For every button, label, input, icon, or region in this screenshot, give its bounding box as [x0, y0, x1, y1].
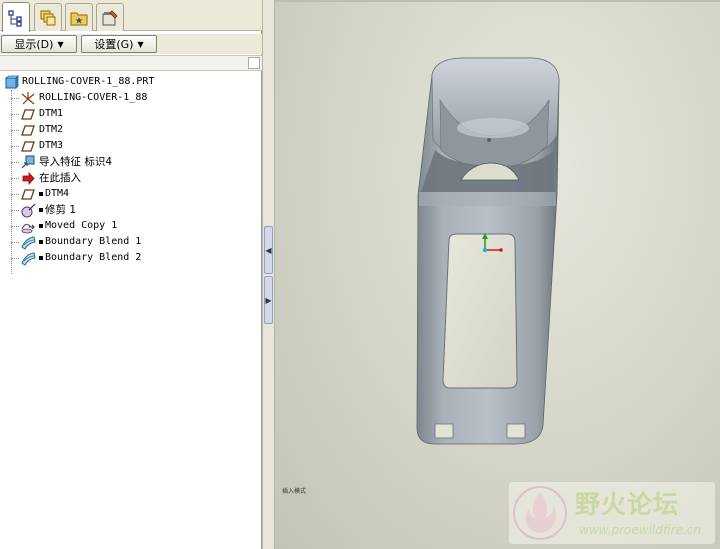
tree-item-label: DTM1 — [39, 108, 64, 119]
shoulder-band — [419, 192, 556, 206]
tree-item-csys[interactable]: ROLLING-COVER-1_88 — [20, 90, 147, 106]
navigator-panel: 显示 (D) ▼ 设置 (G) ▼ ROLLING-COVER-1_88.PRT… — [0, 0, 262, 549]
tree-item-insert-here[interactable]: 在此插入 — [20, 170, 81, 186]
status-text: 插入模式 — [282, 488, 307, 495]
tree-item-dtm1[interactable]: DTM1 — [20, 106, 63, 122]
tools-icon — [102, 9, 118, 25]
tree-item-moved-copy[interactable]: Moved Copy 1 — [20, 218, 117, 234]
model-tree-icon — [8, 9, 22, 27]
datum-plane-icon — [20, 122, 36, 138]
import-feature-icon — [20, 154, 36, 170]
tree-branch — [11, 194, 19, 195]
chevron-left-icon: ◀ — [265, 245, 272, 255]
suppressed-marker — [39, 256, 43, 260]
tree-branch — [11, 210, 19, 211]
tab-model-tree[interactable] — [2, 2, 30, 32]
tree-item-label: ROLLING-COVER-1_88.PRT — [22, 76, 155, 87]
forum-watermark: 野火论坛 www.proewildfire.cn — [509, 482, 715, 544]
suppressed-marker — [39, 192, 43, 196]
bottom-clip-right — [506, 423, 526, 439]
watermark-title: 野火论坛 — [575, 490, 680, 519]
tree-item-label: DTM3 — [39, 140, 64, 151]
scoop-highlight — [457, 118, 529, 138]
flame-logo-icon — [513, 486, 567, 540]
insert-arrow-icon — [20, 170, 36, 186]
expand-right-button[interactable]: ▶ — [264, 276, 273, 324]
move-copy-icon — [20, 218, 36, 234]
layers-icon — [40, 10, 56, 25]
tree-item-boundary-blend-2[interactable]: Boundary Blend 2 — [20, 250, 141, 266]
boundary-blend-icon — [20, 250, 36, 266]
filter-toggle[interactable] — [248, 57, 260, 69]
suppressed-marker — [39, 224, 43, 228]
folder-icon — [70, 12, 88, 25]
tree-item-trim[interactable]: 修剪 1 — [20, 202, 76, 218]
tree-item-root-part[interactable]: ROLLING-COVER-1_88.PRT — [3, 74, 154, 90]
part-icon — [3, 74, 19, 90]
display-menu-accelerator: (D) — [36, 37, 54, 51]
tree-branch — [11, 146, 19, 147]
watermark-url: www.proewildfire.cn — [579, 523, 701, 537]
tree-item-label: ROLLING-COVER-1_88 — [39, 92, 148, 103]
tree-item-boundary-blend-1[interactable]: Boundary Blend 1 — [20, 234, 141, 250]
cover-pin-hole — [487, 138, 491, 142]
chevron-down-icon: ▼ — [137, 39, 144, 49]
tree-item-label: DTM4 — [45, 188, 70, 199]
navigator-tab-strip — [0, 0, 262, 32]
tree-branch — [11, 258, 19, 259]
tree-branch — [11, 162, 19, 163]
chevron-down-icon: ▼ — [57, 39, 64, 49]
trim-icon — [20, 202, 36, 218]
tree-item-import-feature[interactable]: 导入特征 标识4 — [20, 154, 112, 170]
tab-folder-browser[interactable] — [65, 3, 93, 31]
tree-branch — [11, 98, 19, 99]
tree-item-label: 在此插入 — [39, 172, 81, 184]
tree-branch — [11, 130, 19, 131]
settings-menu-accelerator: (G) — [116, 37, 134, 51]
collapse-left-button[interactable]: ◀ — [264, 226, 273, 274]
tree-branch — [11, 226, 19, 227]
tree-branch — [11, 242, 19, 243]
chevron-right-icon: ▶ — [265, 295, 272, 305]
3d-model-rolling-cover[interactable] — [275, 0, 720, 549]
cover-window — [442, 233, 518, 389]
tree-item-label: Boundary Blend 1 — [45, 236, 142, 247]
suppressed-marker — [39, 208, 43, 212]
tree-item-label: 修剪 1 — [45, 204, 77, 216]
tree-branch — [11, 114, 19, 115]
graphics-viewport[interactable]: 插入模式 野火论坛 www.proewildfire.cn — [275, 0, 720, 549]
display-menu-button[interactable]: 显示 (D) ▼ — [1, 35, 77, 53]
tree-branch — [11, 178, 19, 179]
tree-connector-line — [11, 90, 12, 274]
tab-layers[interactable] — [34, 3, 62, 31]
tree-item-label: 导入特征 标识4 — [39, 156, 113, 168]
datum-plane-icon — [20, 186, 36, 202]
bottom-clip-left — [434, 423, 454, 439]
tree-item-label: Boundary Blend 2 — [45, 252, 142, 263]
tab-tools[interactable] — [96, 3, 124, 31]
tree-item-dtm3[interactable]: DTM3 — [20, 138, 63, 154]
tree-filter-row — [0, 55, 262, 71]
suppressed-marker — [39, 240, 43, 244]
datum-plane-icon — [20, 138, 36, 154]
boundary-blend-icon — [20, 234, 36, 250]
datum-plane-icon — [20, 106, 36, 122]
settings-menu-button[interactable]: 设置 (G) ▼ — [81, 35, 157, 53]
display-menu-label: 显示 — [14, 38, 37, 51]
csys-icon — [20, 90, 36, 106]
tree-item-label: Moved Copy 1 — [45, 220, 118, 231]
tree-item-dtm2[interactable]: DTM2 — [20, 122, 63, 138]
navigator-menu-row: 显示 (D) ▼ 设置 (G) ▼ — [0, 34, 262, 54]
panel-splitter[interactable]: ◀ ▶ — [262, 0, 275, 549]
tree-item-label: DTM2 — [39, 124, 64, 135]
tree-item-dtm4[interactable]: DTM4 — [20, 186, 69, 202]
settings-menu-label: 设置 — [94, 38, 117, 51]
